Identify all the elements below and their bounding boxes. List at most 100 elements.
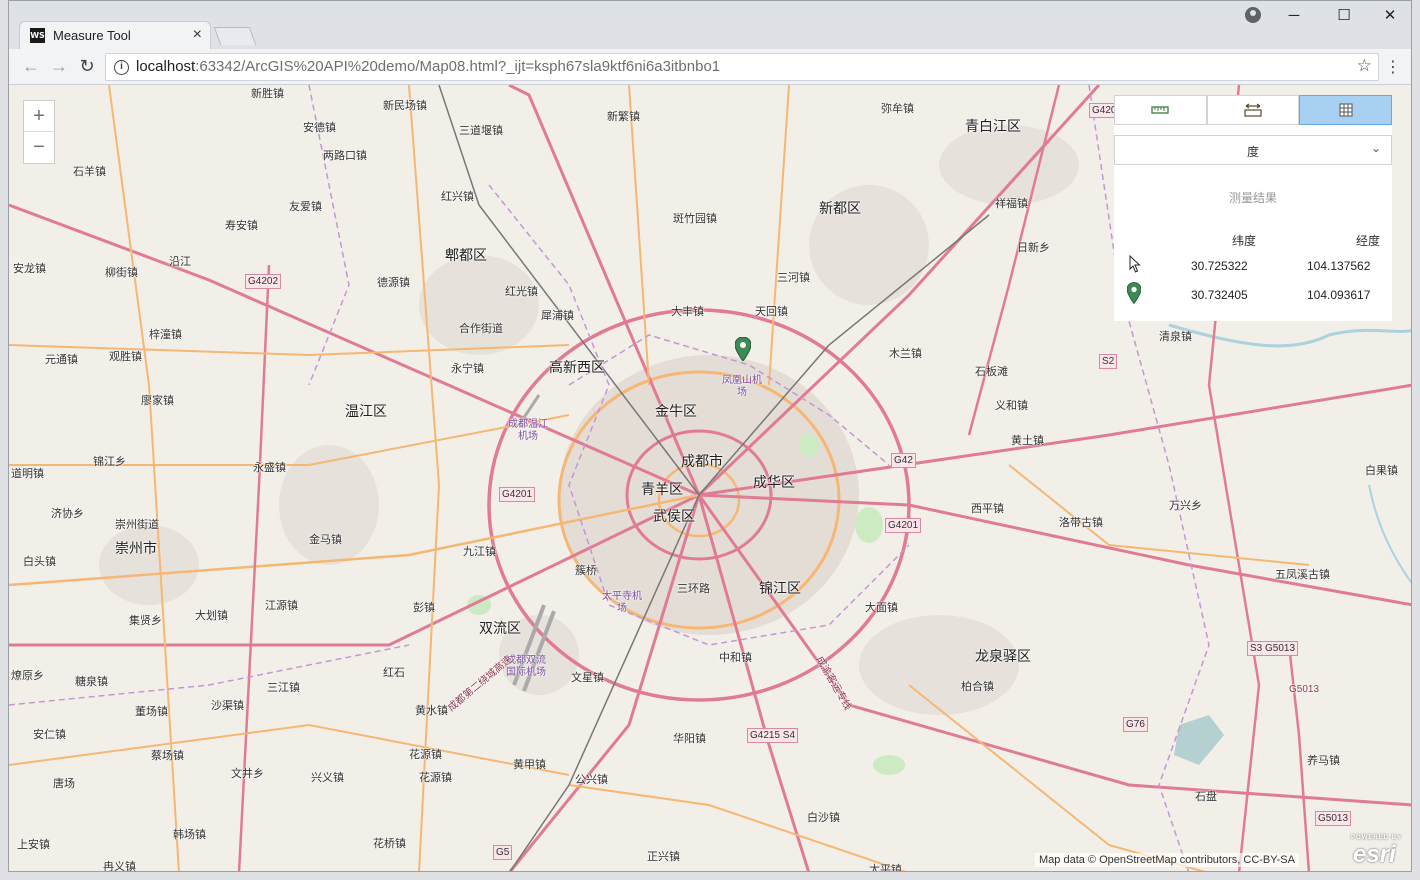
browser-tab[interactable]: WS Measure Tool × [19, 21, 211, 49]
place-label: 石板滩 [975, 366, 1008, 378]
map-view[interactable]: 成都市 金牛区 青羊区 成华区 武侯区 锦江区 高新西区 温江区 郫都区 新都区 青白江区 双流区 龙泉… [9, 85, 1411, 872]
profile-icon[interactable] [1245, 7, 1261, 23]
place-label: 观胜镇 [109, 351, 142, 363]
place-label: 蔡场镇 [151, 750, 184, 762]
unit-select[interactable]: 度 ⌄ [1114, 135, 1392, 165]
place-label: 上安镇 [17, 839, 50, 851]
bookmark-star-icon[interactable]: ☆ [1357, 56, 1372, 76]
place-label: 养马镇 [1307, 755, 1340, 767]
place-label: 青羊区 [641, 481, 683, 497]
place-label: 白头镇 [23, 556, 56, 568]
route-shield: G4202 [245, 274, 282, 289]
row2-latitude: 30.732405 [1191, 288, 1248, 302]
place-label: 万兴乡 [1169, 500, 1202, 512]
reload-button[interactable]: ↻ [75, 55, 99, 79]
coordinate-grid-icon [1339, 103, 1353, 117]
url-path: :63342/ArcGIS%20API%20demo/Map08.html?_i… [195, 58, 721, 75]
place-label: 永盛镇 [253, 462, 286, 474]
close-window-button[interactable]: ✕ [1367, 5, 1411, 29]
browser-toolbar: ← → ↻ i localhost:63342/ArcGIS%20API%20d… [9, 49, 1411, 85]
place-label: 温江区 [345, 403, 387, 419]
place-label: 冉义镇 [103, 861, 136, 872]
place-label: 木兰镇 [889, 348, 922, 360]
place-label: 济协乡 [51, 508, 84, 520]
place-label: 武侯区 [653, 508, 695, 524]
browser-menu-icon[interactable]: ⋮ [1385, 57, 1401, 77]
place-label: 日新乡 [1017, 242, 1050, 254]
place-label: 红光镇 [505, 286, 538, 298]
place-label: 永宁镇 [451, 363, 484, 375]
place-label: 道明镇 [11, 468, 44, 480]
route-shield: G4201 [885, 518, 922, 533]
location-tool-button[interactable] [1299, 95, 1393, 125]
place-label: 郫都区 [445, 247, 487, 263]
place-label: 石盘 [1195, 791, 1217, 803]
airport-label: 太平寺机场 [602, 591, 642, 614]
route-shield: G42 [891, 453, 916, 468]
measure-point-pin-icon[interactable] [735, 337, 751, 361]
place-label: 新胜镇 [251, 88, 284, 100]
url-text[interactable]: localhost:63342/ArcGIS%20API%20demo/Map0… [136, 58, 720, 75]
latitude-header: 纬度 [1232, 234, 1257, 248]
place-label: 龙泉驿区 [975, 648, 1031, 664]
green-pin-icon [1127, 282, 1141, 305]
place-label: 祥福镇 [995, 198, 1028, 210]
chevron-down-icon: ⌄ [1370, 141, 1381, 155]
measure-panel: 度 ⌄ 测量结果 纬度 经度 30.725322 104.137562 30.7… [1114, 95, 1393, 321]
place-label: 九江镇 [463, 546, 496, 558]
place-label: 寿安镇 [225, 220, 258, 232]
back-button[interactable]: ← [19, 55, 43, 79]
minimize-button[interactable]: ─ [1271, 5, 1317, 29]
place-label: 廖家镇 [141, 395, 174, 407]
place-label: 董场镇 [135, 706, 168, 718]
route-shield: G76 [1123, 717, 1148, 732]
place-label: 清泉镇 [1159, 331, 1192, 343]
place-label: 大丰镇 [671, 306, 704, 318]
new-tab-button[interactable] [213, 27, 257, 45]
place-label: 德源镇 [377, 277, 410, 289]
zoom-control: + − [23, 100, 55, 164]
tab-close-icon[interactable]: × [193, 26, 202, 44]
place-label: 集贤乡 [129, 615, 162, 627]
place-label: 弥牟镇 [881, 103, 914, 115]
maximize-button[interactable]: ☐ [1321, 5, 1367, 29]
place-label: 太平镇 [869, 864, 902, 872]
route-shield: G5 [493, 845, 513, 860]
longitude-header: 经度 [1356, 234, 1381, 248]
place-label: 犀浦镇 [541, 310, 574, 322]
place-label: 兴义镇 [311, 772, 344, 784]
distance-tool-button[interactable] [1114, 95, 1207, 125]
airport-label: 凤凰山机场 [722, 375, 762, 398]
zoom-in-button[interactable]: + [24, 101, 54, 132]
place-label: 三道堰镇 [459, 125, 503, 137]
place-label: 成华区 [753, 474, 795, 490]
row2-longitude: 104.093617 [1307, 288, 1371, 302]
place-label: 中和镇 [719, 652, 752, 664]
place-label: 黄土镇 [1011, 435, 1044, 447]
place-label: 五凤溪古镇 [1275, 569, 1330, 581]
place-label: 石羊镇 [73, 166, 106, 178]
info-icon[interactable]: i [114, 60, 129, 75]
zoom-out-button[interactable]: − [24, 132, 54, 163]
place-label: 安龙镇 [13, 263, 46, 275]
place-label: 华阳镇 [673, 733, 706, 745]
address-bar[interactable]: i localhost:63342/ArcGIS%20API%20demo/Ma… [105, 53, 1379, 81]
place-label: 元通镇 [45, 354, 78, 366]
webstorm-favicon-icon: WS [30, 28, 45, 43]
result-title: 测量结果 [1228, 191, 1277, 205]
place-label: 两路口镇 [323, 150, 367, 162]
place-label: 簇桥 [575, 565, 597, 577]
cursor-icon [1129, 255, 1141, 273]
place-label: 洛带古镇 [1059, 517, 1103, 529]
route-shield: G4215 S4 [747, 728, 799, 743]
place-label: 文井乡 [231, 768, 264, 780]
place-label: 锦江区 [759, 580, 801, 596]
place-label: 金马镇 [309, 534, 342, 546]
place-label: 柳街镇 [105, 267, 138, 279]
forward-button[interactable]: → [47, 55, 71, 79]
route-shield: G5013 [1315, 811, 1352, 826]
browser-window: WS Measure Tool × ─ ☐ ✕ ← → ↻ i localhos… [8, 0, 1412, 872]
area-tool-button[interactable] [1206, 95, 1300, 125]
place-label: 金牛区 [655, 403, 697, 419]
place-label: 三河镇 [777, 272, 810, 284]
